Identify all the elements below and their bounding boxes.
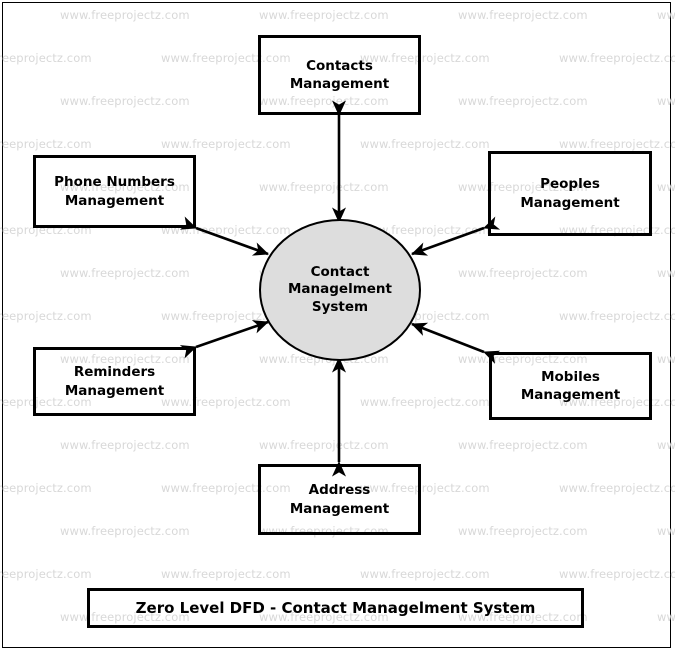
entity-peoples-management-label: Peoples Management — [520, 176, 620, 211]
entity-phone-numbers-management[interactable]: Phone Numbers Management — [33, 155, 196, 228]
flow-peoples — [411, 216, 501, 256]
process-contact-management-system[interactable]: Contact Managelment System — [259, 219, 421, 361]
entity-contacts-management-label: Contacts Management — [289, 57, 390, 92]
dfd-diagram-canvas: www.freeprojectz.com www.freeprojectz.com… — [0, 0, 675, 652]
entity-peoples-management[interactable]: Peoples Management — [488, 151, 652, 236]
entity-mobiles-management[interactable]: Mobiles Management — [489, 352, 652, 420]
entity-reminders-management-label: Reminders Management — [64, 364, 165, 399]
entity-reminders-management[interactable]: Reminders Management — [33, 347, 196, 416]
flow-reminders — [179, 320, 269, 359]
diagram-title: Zero Level DFD - Contact Managelment Sys… — [135, 599, 536, 617]
entity-contacts-management[interactable]: Contacts Management — [258, 35, 421, 115]
entity-address-management[interactable]: Address Management — [258, 464, 421, 535]
entity-phone-numbers-management-label: Phone Numbers Management — [54, 174, 175, 209]
entity-address-management-label: Address Management — [289, 482, 390, 517]
diagram-caption-bar: Zero Level DFD - Contact Managelment Sys… — [87, 588, 584, 628]
flow-mobiles — [411, 322, 501, 364]
process-label: Contact Managelment System — [288, 263, 392, 315]
flow-phone-numbers — [179, 216, 269, 256]
entity-mobiles-management-label: Mobiles Management — [520, 368, 621, 403]
